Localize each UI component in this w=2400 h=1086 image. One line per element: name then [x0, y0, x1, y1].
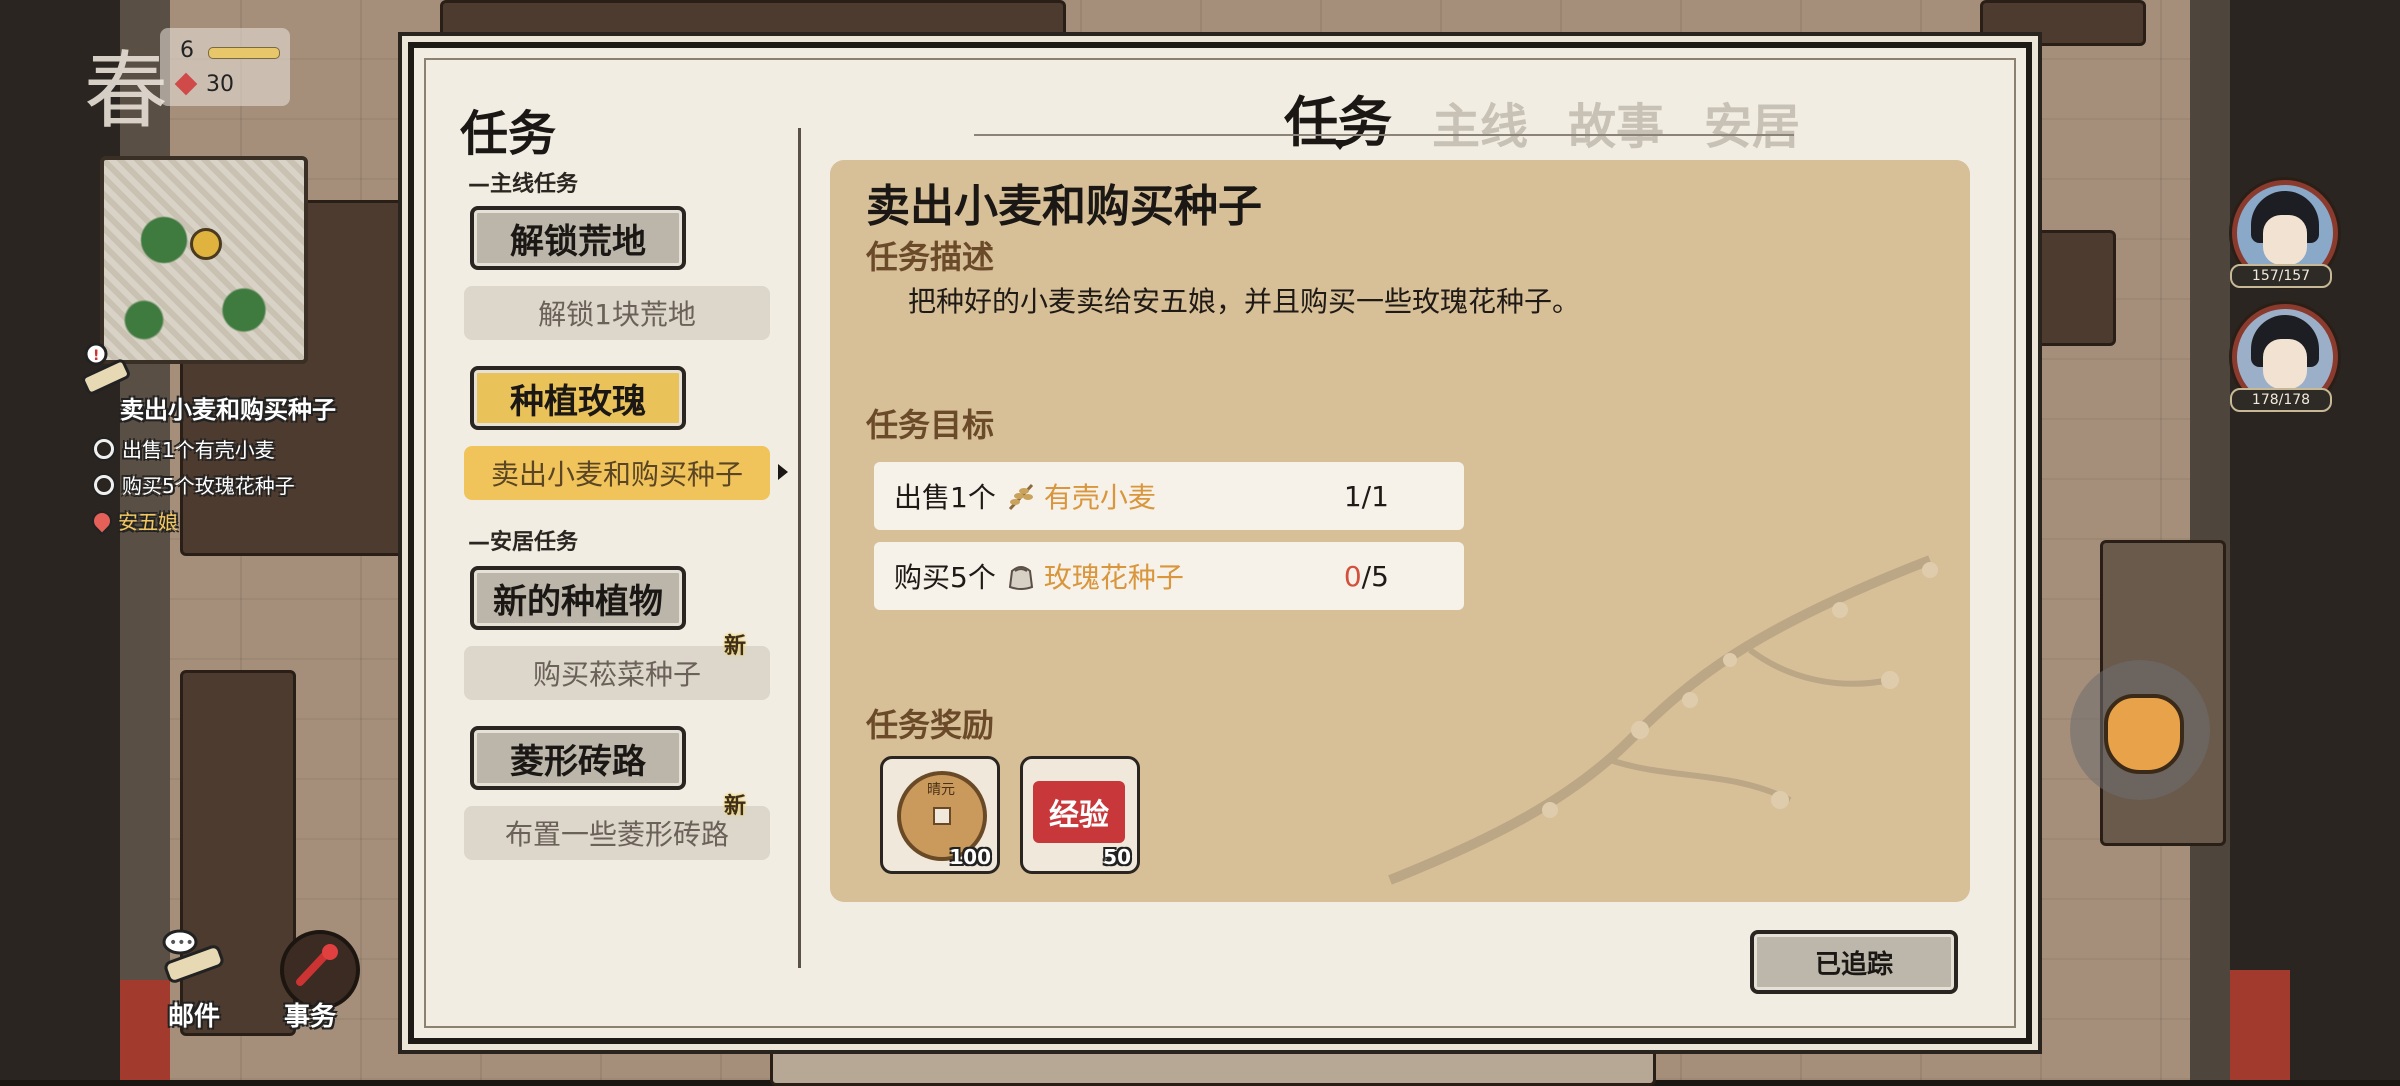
- stamina-bar: [208, 47, 280, 59]
- quest-item-unlock-wasteland[interactable]: 解锁1块荒地: [464, 286, 770, 340]
- quest-detail-panel: 卖出小麦和购买种子 任务描述 把种好的小麦卖给安五娘，并且购买一些玫瑰花种子。 …: [830, 160, 1970, 902]
- section-header: —安居任务: [468, 530, 579, 555]
- location-pin-icon: [90, 509, 114, 532]
- new-badge: 新: [724, 634, 747, 659]
- side-table: [2030, 230, 2116, 346]
- svg-text:!: !: [93, 348, 99, 364]
- objectives-heading: 任务目标: [866, 406, 995, 444]
- reward-coins[interactable]: 晴元 100: [880, 756, 1000, 874]
- section-header: —主线任务: [468, 172, 579, 197]
- objective-item: 玫瑰花种子: [1043, 561, 1184, 594]
- tab-indicator-icon: [1332, 140, 1348, 150]
- objective-ring-icon: [94, 438, 114, 459]
- objective-current: 1: [1343, 479, 1362, 513]
- objective-item: 有壳小麦: [1043, 481, 1156, 514]
- party-hp: 157/157: [2230, 264, 2332, 288]
- affairs-label[interactable]: 事务: [284, 996, 336, 1033]
- tracked-objective-text: 购买5个玫瑰花种子: [122, 474, 295, 498]
- reward-quantity: 50: [1103, 845, 1131, 869]
- category-button-unlock-wasteland[interactable]: 解锁荒地: [470, 206, 686, 270]
- objective-total: /5: [1361, 559, 1389, 593]
- category-button-plant-rose[interactable]: 种植玫瑰: [470, 366, 686, 430]
- hand-icon: [2104, 694, 2184, 774]
- tracked-objective: 出售1个有壳小麦: [94, 434, 275, 463]
- stamina-count: 6: [180, 38, 194, 63]
- reward-experience[interactable]: 经验 50: [1020, 756, 1140, 874]
- objective-progress: 1/1: [1344, 480, 1424, 513]
- objective-row: 出售1个 有壳小麦 1/1: [874, 462, 1464, 530]
- coin-text: 晴元: [927, 782, 955, 798]
- svg-text:•••: •••: [169, 935, 194, 951]
- quest-dialog: 任务 —主线任务 解锁荒地 解锁1块荒地 种植玫瑰 卖出小麦和购买种子 —安居任…: [408, 42, 2032, 1044]
- divider: [798, 128, 801, 968]
- gem-count: 30: [206, 72, 234, 97]
- right-pillar-base: [2230, 970, 2290, 1080]
- season-label: 春: [84, 42, 169, 140]
- tracked-npc: 安五娘: [90, 506, 178, 535]
- seed-bag-icon: [1004, 559, 1038, 593]
- tracked-quest-title[interactable]: 卖出小麦和购买种子: [120, 390, 336, 425]
- objective-progress: 0/5: [1344, 560, 1424, 593]
- category-button-new-plant[interactable]: 新的种植物: [470, 566, 686, 630]
- tracked-npc-name: 安五娘: [118, 510, 178, 534]
- tab-home[interactable]: 安居: [1704, 87, 1800, 157]
- objective-row: 购买5个 玫瑰花种子 0/5: [874, 542, 1464, 610]
- track-quest-button[interactable]: 已追踪: [1750, 930, 1958, 994]
- experience-stamp-icon: 经验: [1033, 781, 1125, 843]
- selected-arrow-icon: [778, 464, 788, 480]
- objective-ring-icon: [94, 474, 114, 495]
- left-pillar-base: [120, 980, 170, 1080]
- party-hp: 178/178: [2230, 388, 2332, 412]
- quest-list-title: 任务: [460, 106, 557, 162]
- quest-item-sell-wheat-buy-seeds[interactable]: 卖出小麦和购买种子: [464, 446, 770, 500]
- tracked-objective: 购买5个玫瑰花种子: [94, 470, 295, 499]
- top-shelf: [1980, 0, 2146, 46]
- quest-description: 把种好的小麦卖给安五娘，并且购买一些玫瑰花种子。: [908, 285, 1581, 318]
- reward-quantity: 100: [949, 845, 991, 869]
- top-table: [440, 0, 1066, 46]
- right-wall: [2230, 0, 2400, 1080]
- mail-label[interactable]: 邮件: [168, 996, 220, 1033]
- category-button-diamond-brick-road[interactable]: 菱形砖路: [470, 726, 686, 790]
- objective-action: 出售1个: [894, 481, 996, 514]
- tab-story[interactable]: 故事: [1568, 87, 1664, 157]
- new-badge: 新: [724, 794, 747, 819]
- rewards-heading: 任务奖励: [866, 706, 995, 744]
- tab-main-story[interactable]: 主线: [1432, 87, 1528, 157]
- objective-current: 0: [1343, 559, 1362, 593]
- tab-bar: 任务 主线 故事 安居: [1284, 78, 1800, 157]
- wheat-icon: [1004, 479, 1038, 513]
- player-marker-icon: [190, 228, 222, 260]
- mail-scroll-icon[interactable]: •••: [160, 928, 232, 988]
- description-heading: 任务描述: [866, 238, 995, 276]
- tracked-objective-text: 出售1个有壳小麦: [122, 438, 275, 462]
- tab-underline: [974, 134, 1794, 136]
- objective-action: 购买5个: [894, 561, 996, 594]
- objective-total: /1: [1361, 479, 1389, 513]
- quest-title: 卖出小麦和购买种子: [866, 181, 1262, 232]
- minimap[interactable]: [100, 156, 308, 364]
